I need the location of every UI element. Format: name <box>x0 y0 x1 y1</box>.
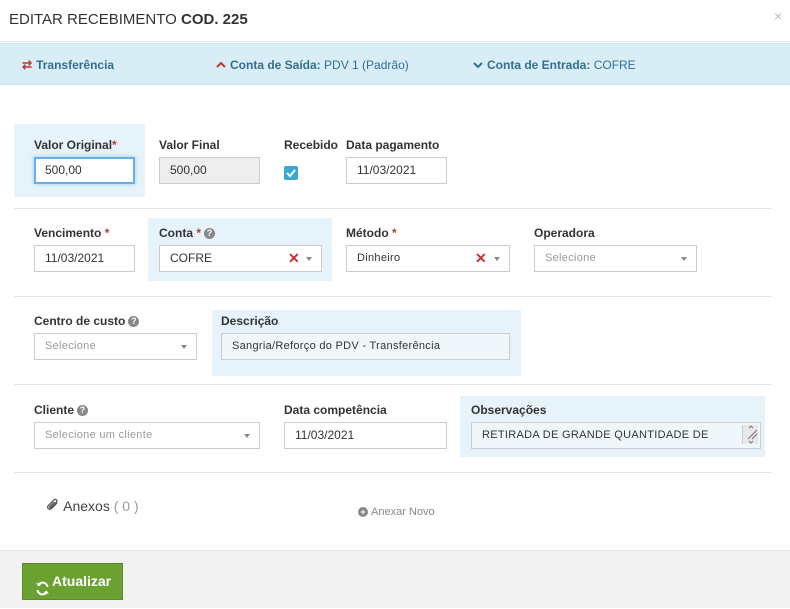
anexos-section: Anexos ( 0 ) <box>46 498 139 514</box>
operadora-label: Operadora <box>534 226 595 240</box>
vencimento-label: Vencimento * <box>34 226 110 240</box>
conta-label: Conta *? <box>159 226 216 240</box>
question-circle-icon[interactable]: ? <box>77 405 89 416</box>
modal-header: EDITAR RECEBIMENTO COD. 225 × <box>0 0 790 42</box>
cliente-placeholder: Selecione um cliente <box>45 429 153 441</box>
observacoes-label: Observações <box>471 403 547 417</box>
anexos-label: Anexos <box>63 498 110 514</box>
divider <box>14 296 772 297</box>
chevron-down-icon <box>244 434 250 438</box>
chevron-down-icon <box>473 58 483 72</box>
anexos-count: ( 0 ) <box>113 498 139 514</box>
recebido-checkbox[interactable] <box>284 166 298 180</box>
entrada-info: Conta de Entrada: COFRE <box>473 58 636 72</box>
close-icon[interactable]: × <box>774 8 782 24</box>
conta-value: COFRE <box>170 251 212 265</box>
cliente-label: Cliente? <box>34 403 89 417</box>
modal-title-code: COD. 225 <box>180 11 248 28</box>
metodo-value: Dinheiro <box>357 252 401 264</box>
observacoes-value: RETIRADA DE GRANDE QUANTIDADE DE <box>482 429 709 441</box>
entrada-label: Conta de Entrada: <box>487 58 591 72</box>
data-competencia-input[interactable]: 11/03/2021 <box>284 422 447 449</box>
refresh-icon <box>35 574 50 609</box>
chevron-up-icon <box>216 58 226 72</box>
chevron-down-icon <box>306 257 312 261</box>
operadora-select[interactable]: Selecione <box>534 245 697 272</box>
metodo-label: Método * <box>346 226 397 240</box>
anexar-novo-link[interactable]: + Anexar Novo <box>358 506 435 518</box>
update-label: Atualizar <box>52 573 112 589</box>
modal-footer: Atualizar <box>0 550 790 608</box>
check-icon <box>286 169 296 178</box>
observacoes-textarea[interactable]: RETIRADA DE GRANDE QUANTIDADE DE <box>471 422 761 449</box>
entrada-value: COFRE <box>593 58 636 72</box>
data-competencia-label: Data competência <box>284 403 387 417</box>
conta-select[interactable]: COFRE ✕ <box>159 245 322 272</box>
valor-original-label: Valor Original* <box>34 138 117 152</box>
question-circle-icon[interactable]: ? <box>128 316 140 327</box>
times-icon[interactable]: ✕ <box>288 246 300 271</box>
transfer-info-bar: ⇄ Transferência Conta de Saída: PDV 1 (Pa… <box>0 43 790 85</box>
resize-grip-icon[interactable] <box>742 425 758 444</box>
question-circle-icon[interactable]: ? <box>204 228 216 239</box>
modal-title-text: EDITAR RECEBIMENTO <box>9 11 177 28</box>
saida-info: Conta de Saída: PDV 1 (Padrão) <box>216 58 409 72</box>
vencimento-input[interactable]: 11/03/2021 <box>34 245 135 272</box>
descricao-label: Descrição <box>221 314 279 328</box>
chevron-down-icon <box>181 345 187 349</box>
centro-custo-select[interactable]: Selecione <box>34 333 197 360</box>
valor-final-input: 500,00 <box>159 157 260 184</box>
modal-title: EDITAR RECEBIMENTO COD. 225 <box>9 11 248 28</box>
valor-original-input[interactable]: 500,00 <box>34 157 135 184</box>
times-icon[interactable]: ✕ <box>475 246 487 271</box>
metodo-select[interactable]: Dinheiro ✕ <box>346 245 510 272</box>
valor-final-label: Valor Final <box>159 138 220 152</box>
transfer-label: Transferência <box>36 58 115 72</box>
centro-custo-placeholder: Selecione <box>45 340 97 352</box>
exchange-icon: ⇄ <box>22 58 33 72</box>
cliente-select[interactable]: Selecione um cliente <box>34 422 260 449</box>
saida-label: Conta de Saída: <box>230 58 321 72</box>
data-pagamento-label: Data pagamento <box>346 138 440 152</box>
divider <box>14 384 772 385</box>
recebido-label: Recebido <box>284 138 339 152</box>
chevron-down-icon <box>681 257 687 261</box>
divider <box>14 208 772 209</box>
transfer-info: ⇄ Transferência <box>22 58 114 72</box>
anexar-novo-label: Anexar Novo <box>371 506 435 518</box>
update-button[interactable]: Atualizar <box>22 563 123 600</box>
saida-value: PDV 1 (Padrão) <box>324 58 409 72</box>
plus-circle-icon: + <box>358 507 368 517</box>
paperclip-icon <box>46 498 63 514</box>
data-pagamento-input[interactable]: 11/03/2021 <box>346 157 447 184</box>
divider <box>14 472 772 473</box>
descricao-input[interactable]: Sangria/Reforço do PDV - Transferência <box>221 333 510 360</box>
operadora-placeholder: Selecione <box>545 252 597 264</box>
chevron-down-icon <box>494 257 500 261</box>
centro-custo-label: Centro de custo? <box>34 314 140 328</box>
